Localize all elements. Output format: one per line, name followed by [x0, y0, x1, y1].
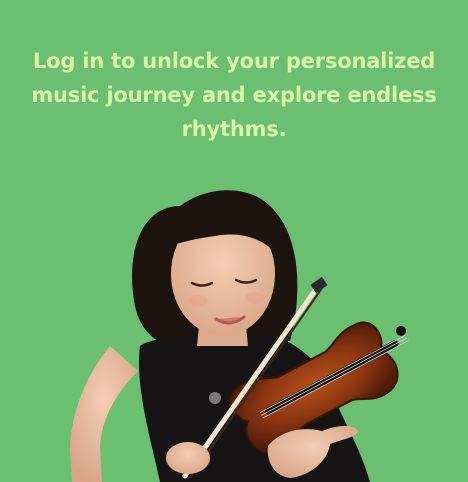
girl-playing-violin-image: [70, 190, 409, 482]
promo-headline: Log in to unlock your personalized music…: [31, 49, 437, 141]
login-promo-panel: Log in to unlock your personalized music…: [0, 0, 468, 482]
